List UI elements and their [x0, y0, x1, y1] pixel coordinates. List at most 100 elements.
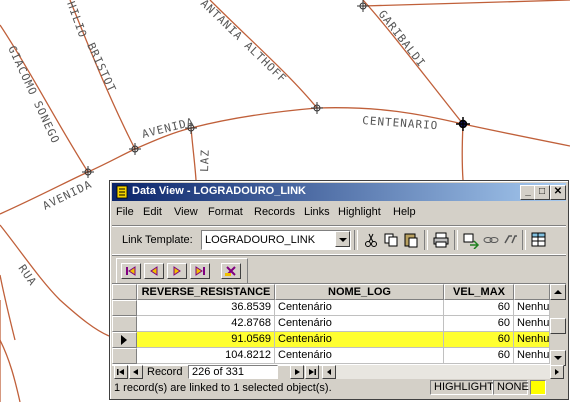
cell-reverse-resistance[interactable]: 36.8539	[137, 300, 275, 316]
link-records-icon[interactable]	[462, 231, 480, 249]
map-label-avenida-lower: AVENIDA	[41, 178, 95, 213]
table-icon[interactable]	[530, 231, 548, 249]
cell-reverse-resistance[interactable]: 91.0569	[137, 332, 275, 348]
window-title: Data View - LOGRADOURO_LINK	[132, 185, 306, 197]
title-bar[interactable]: Data View - LOGRADOURO_LINK _ □ ✕	[112, 183, 566, 201]
last-record-icon	[309, 369, 316, 375]
cell-extra[interactable]: Nenhum	[514, 300, 550, 316]
road-left-lower	[0, 339, 21, 402]
data-view-window[interactable]: Data View - LOGRADOURO_LINK _ □ ✕ File E…	[109, 180, 569, 400]
current-record-arrow-icon	[121, 335, 127, 345]
data-grid[interactable]: REVERSE_RESISTANCE NOME_LOG VEL_MAX 36.8…	[112, 283, 566, 366]
menu-edit[interactable]: Edit	[143, 206, 162, 218]
link-template-select[interactable]: LOGRADOURO_LINK	[201, 230, 351, 250]
table-row[interactable]: 104.8212 Centenário 60 Nenhum	[112, 348, 566, 364]
row-selector[interactable]	[112, 332, 137, 348]
cell-vel-max[interactable]: 60	[444, 300, 514, 316]
first-record-button[interactable]	[121, 263, 141, 279]
paste-icon[interactable]	[402, 231, 420, 249]
map-label-giacomo-sonego: GIACOMO SONEGO	[5, 44, 62, 146]
cell-nome-log[interactable]: Centenário	[275, 300, 444, 316]
road-top-right	[362, 0, 570, 7]
row-selector[interactable]	[112, 316, 137, 332]
cell-nome-log[interactable]: Centenário	[275, 332, 444, 348]
scroll-up-button[interactable]	[550, 284, 566, 300]
cell-nome-log[interactable]: Centenário	[275, 348, 444, 364]
cell-extra[interactable]: Nenhum	[514, 348, 550, 364]
map-label-avenida-upper: AVENIDA	[141, 115, 196, 141]
record-last-button[interactable]	[305, 365, 319, 379]
cell-vel-max[interactable]: 60	[444, 348, 514, 364]
row-selector[interactable]	[112, 300, 137, 316]
table-row[interactable]: 36.8539 Centenário 60 Nenhum	[112, 300, 566, 316]
last-record-icon	[195, 266, 205, 276]
menu-format[interactable]: Format	[208, 206, 243, 218]
map-label-hilio: HILIO	[64, 0, 89, 40]
menu-links[interactable]: Links	[304, 206, 330, 218]
table-row-selected[interactable]: 91.0569 Centenário 60 Nenhum	[112, 332, 566, 348]
toolbar-separator	[454, 230, 458, 250]
cell-nome-log[interactable]: Centenário	[275, 316, 444, 332]
next-record-icon	[173, 266, 181, 276]
chevron-up-icon	[554, 290, 562, 294]
table-header-row: REVERSE_RESISTANCE NOME_LOG VEL_MAX	[112, 284, 566, 300]
horizontal-scroll-track[interactable]	[336, 365, 550, 379]
copy-icon[interactable]	[382, 231, 400, 249]
record-first-button[interactable]	[114, 365, 128, 379]
link-template-value: LOGRADOURO_LINK	[205, 234, 316, 246]
cut-icon[interactable]	[362, 231, 380, 249]
record-next-button[interactable]	[290, 365, 304, 379]
node-marker-selected	[456, 117, 470, 131]
record-prev-button[interactable]	[129, 365, 143, 379]
status-message: 1 record(s) are linked to 1 selected obj…	[114, 382, 332, 394]
status-bar: 1 record(s) are linked to 1 selected obj…	[112, 379, 566, 397]
close-button[interactable]: ✕	[550, 185, 566, 200]
highlight-color-swatch[interactable]	[530, 380, 546, 395]
highlight-label: HIGHLIGHT	[430, 380, 494, 395]
record-position-field[interactable]: 226 of 331	[188, 365, 278, 379]
scroll-left-button[interactable]	[322, 365, 336, 379]
menu-help[interactable]: Help	[393, 206, 416, 218]
column-header-extra[interactable]	[514, 284, 550, 300]
chevron-left-icon	[327, 369, 331, 375]
unlink-icon[interactable]	[502, 231, 520, 249]
menu-records[interactable]: Records	[254, 206, 295, 218]
next-record-button[interactable]	[167, 263, 187, 279]
cell-vel-max[interactable]: 60	[444, 332, 514, 348]
menu-file[interactable]: File	[116, 206, 134, 218]
column-header-reverse-resistance[interactable]: REVERSE_RESISTANCE	[137, 284, 275, 300]
maximize-button[interactable]: □	[534, 185, 550, 200]
link-icon[interactable]	[482, 231, 500, 249]
scroll-down-button[interactable]	[550, 350, 566, 366]
menu-highlight[interactable]: Highlight	[338, 206, 381, 218]
column-header-vel-max[interactable]: VEL_MAX	[444, 284, 514, 300]
map-label-laz: LAZ	[198, 149, 212, 172]
row-selector[interactable]	[112, 348, 137, 364]
previous-record-button[interactable]	[144, 263, 164, 279]
column-header-nome-log[interactable]: NOME_LOG	[275, 284, 444, 300]
scroll-right-button[interactable]	[550, 365, 564, 379]
vertical-scrollbar[interactable]	[550, 284, 566, 366]
cell-extra[interactable]: Nenhum	[514, 316, 550, 332]
previous-record-icon	[133, 369, 138, 375]
road-left-mid	[0, 274, 16, 341]
cell-extra[interactable]: Nenhum	[514, 332, 550, 348]
menu-view[interactable]: View	[174, 206, 198, 218]
road-laz	[190, 127, 197, 181]
clear-button[interactable]	[221, 263, 241, 279]
scroll-thumb[interactable]	[550, 318, 566, 334]
toolbar-separator	[522, 230, 526, 250]
cell-vel-max[interactable]: 60	[444, 316, 514, 332]
record-nav-group	[116, 258, 248, 284]
table-row[interactable]: 42.8768 Centenário 60 Nenhum	[112, 316, 566, 332]
cell-reverse-resistance[interactable]: 42.8768	[137, 316, 275, 332]
toolbar: Link Template: LOGRADOURO_LINK	[112, 225, 566, 255]
chevron-down-icon[interactable]	[335, 231, 350, 247]
cell-reverse-resistance[interactable]: 104.8212	[137, 348, 275, 364]
toolbar-separator	[354, 230, 358, 250]
last-record-button[interactable]	[190, 263, 210, 279]
previous-record-icon	[150, 266, 158, 276]
print-icon[interactable]	[432, 231, 450, 249]
chevron-down-icon	[554, 356, 562, 360]
map-label-rua: RUA	[16, 262, 40, 288]
